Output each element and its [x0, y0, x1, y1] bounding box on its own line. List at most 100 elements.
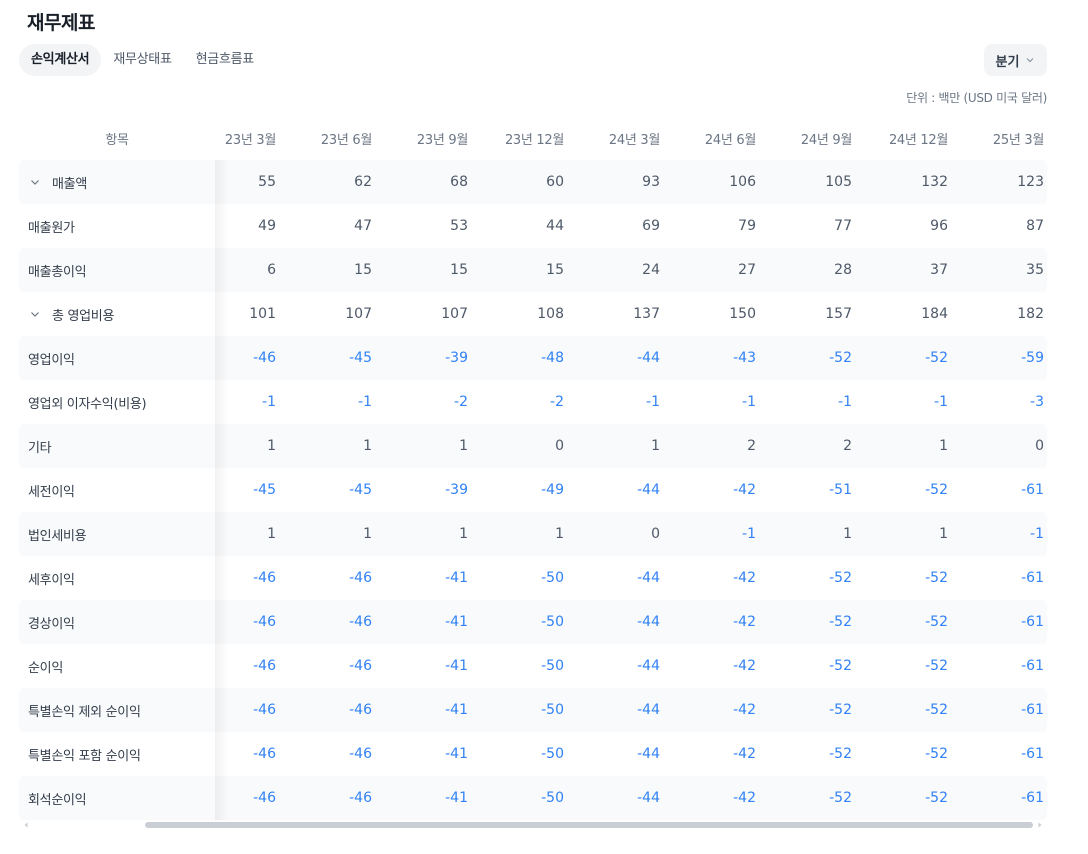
row-label-text: 총 영업비용 [52, 308, 115, 324]
table-row[interactable]: 총 영업비용 101 107 107 108 137 150 157 184 182 [19, 292, 1047, 336]
table-cell: 2 [747, 438, 756, 454]
column-header: 24년 9월 [800, 132, 852, 148]
table-cell: -41 [445, 614, 468, 630]
row-label[interactable]: 총 영업비용 [19, 305, 215, 324]
tab-balance-sheet[interactable]: 재무상태표 [101, 44, 183, 76]
table-cell: -2 [550, 394, 564, 410]
table-row: 세전이익 -45 -45 -39 -49 -44 -42 -51 -52 -61 [19, 468, 1047, 512]
table-body: 매출액 55 62 68 60 93 106 105 132 123 매출원가 49 47 53 44 69 7… [19, 160, 1047, 820]
column-header: 24년 12월 [888, 132, 948, 148]
table-cell: -52 [829, 614, 852, 630]
table-cell: -50 [541, 746, 564, 762]
statement-tabs: 손익계산서 재무상태표 현금흐름표 [19, 44, 266, 76]
table-cell: -46 [349, 570, 372, 586]
page-title: 재무제표 [27, 12, 95, 34]
row-label-text: 영업이익 [28, 352, 75, 368]
table-cell: 49 [258, 218, 276, 234]
row-label-text: 특별손익 포함 순이익 [28, 748, 141, 764]
table-cell: -52 [925, 350, 948, 366]
chevron-down-icon[interactable] [30, 177, 40, 187]
scroll-right-icon[interactable] [1036, 821, 1044, 829]
row-label: 순이익 [19, 657, 215, 676]
table-cell: -1 [742, 394, 756, 410]
table-cell: -52 [925, 790, 948, 806]
table-cell: -41 [445, 790, 468, 806]
row-label-text: 특별손익 제외 순이익 [28, 704, 141, 720]
table-cell: -46 [349, 702, 372, 718]
table-row[interactable]: 매출액 55 62 68 60 93 106 105 132 123 [19, 160, 1047, 204]
table-cell: -52 [829, 350, 852, 366]
table-cell: 182 [1017, 306, 1044, 322]
table-cell: -1 [262, 394, 276, 410]
column-header: 23년 9월 [416, 132, 468, 148]
table-cell: -44 [637, 570, 660, 586]
table-cell: -52 [925, 570, 948, 586]
table-cell: -50 [541, 570, 564, 586]
table-cell: 15 [546, 262, 564, 278]
table-cell: 62 [354, 174, 372, 190]
table-row: 특별손익 포함 순이익 -46 -46 -41 -50 -44 -42 -52 -52 -61 [19, 732, 1047, 776]
table-cell: -61 [1021, 570, 1044, 586]
table-row: 특별손익 제외 순이익 -46 -46 -41 -50 -44 -42 -52 -52 -61 [19, 688, 1047, 732]
table-cell: 47 [354, 218, 372, 234]
table-cell: 1 [555, 526, 564, 542]
table-cell: -61 [1021, 702, 1044, 718]
table-cell: -52 [925, 658, 948, 674]
header-item: 항목 [105, 132, 129, 148]
table-cell: 53 [450, 218, 468, 234]
horizontal-scrollbar[interactable] [19, 818, 1047, 832]
tab-cash-flow[interactable]: 현금흐름표 [184, 44, 266, 76]
table-cell: 184 [921, 306, 948, 322]
table-cell: -52 [829, 702, 852, 718]
table-cell: 79 [738, 218, 756, 234]
row-label-text: 법인세비용 [28, 528, 87, 544]
row-label-text: 매출원가 [28, 220, 75, 236]
table-cell: -61 [1021, 790, 1044, 806]
row-label: 매출총이익 [19, 261, 215, 280]
table-cell: -1 [646, 394, 660, 410]
table-row: 순이익 -46 -46 -41 -50 -44 -42 -52 -52 -61 [19, 644, 1047, 688]
row-label-text: 순이익 [28, 660, 63, 676]
row-label: 특별손익 포함 순이익 [19, 745, 215, 764]
tab-income-statement[interactable]: 손익계산서 [19, 44, 102, 76]
row-label-text: 영업외 이자수익(비용) [28, 396, 147, 412]
chevron-down-icon[interactable] [30, 309, 40, 319]
table-cell: 1 [651, 438, 660, 454]
table-cell: -46 [253, 570, 276, 586]
chevron-down-icon [1027, 58, 1034, 63]
table-cell: 1 [459, 438, 468, 454]
table-cell: -2 [454, 394, 468, 410]
table-cell: 60 [546, 174, 564, 190]
table-cell: -44 [637, 658, 660, 674]
table-cell: -44 [637, 614, 660, 630]
table-cell: -39 [445, 350, 468, 366]
row-label: 회석순이익 [19, 789, 215, 808]
table-cell: 0 [1035, 438, 1044, 454]
table-cell: 1 [363, 526, 372, 542]
table-cell: -52 [829, 570, 852, 586]
table-cell: -50 [541, 702, 564, 718]
table-cell: 108 [537, 306, 564, 322]
table-cell: -52 [925, 702, 948, 718]
column-header: 24년 3월 [608, 132, 660, 148]
row-label-text: 경상이익 [28, 616, 75, 632]
table-cell: -42 [733, 658, 756, 674]
table-row: 경상이익 -46 -46 -41 -50 -44 -42 -52 -52 -61 [19, 600, 1047, 644]
row-label: 세전이익 [19, 481, 215, 500]
scroll-left-icon[interactable] [22, 821, 30, 829]
table-cell: -61 [1021, 614, 1044, 630]
table-cell: -42 [733, 614, 756, 630]
column-header: 23년 3월 [224, 132, 276, 148]
scrollbar-thumb[interactable] [145, 822, 1033, 828]
table-cell: -52 [925, 482, 948, 498]
period-select[interactable]: 분기 [984, 44, 1047, 76]
column-header: 23년 12월 [504, 132, 564, 148]
table-cell: -42 [733, 702, 756, 718]
table-cell: 101 [249, 306, 276, 322]
table-cell: 6 [267, 262, 276, 278]
table-cell: -46 [349, 658, 372, 674]
table-cell: 132 [921, 174, 948, 190]
row-label[interactable]: 매출액 [19, 173, 215, 192]
table-cell: 96 [930, 218, 948, 234]
row-label: 영업이익 [19, 349, 215, 368]
